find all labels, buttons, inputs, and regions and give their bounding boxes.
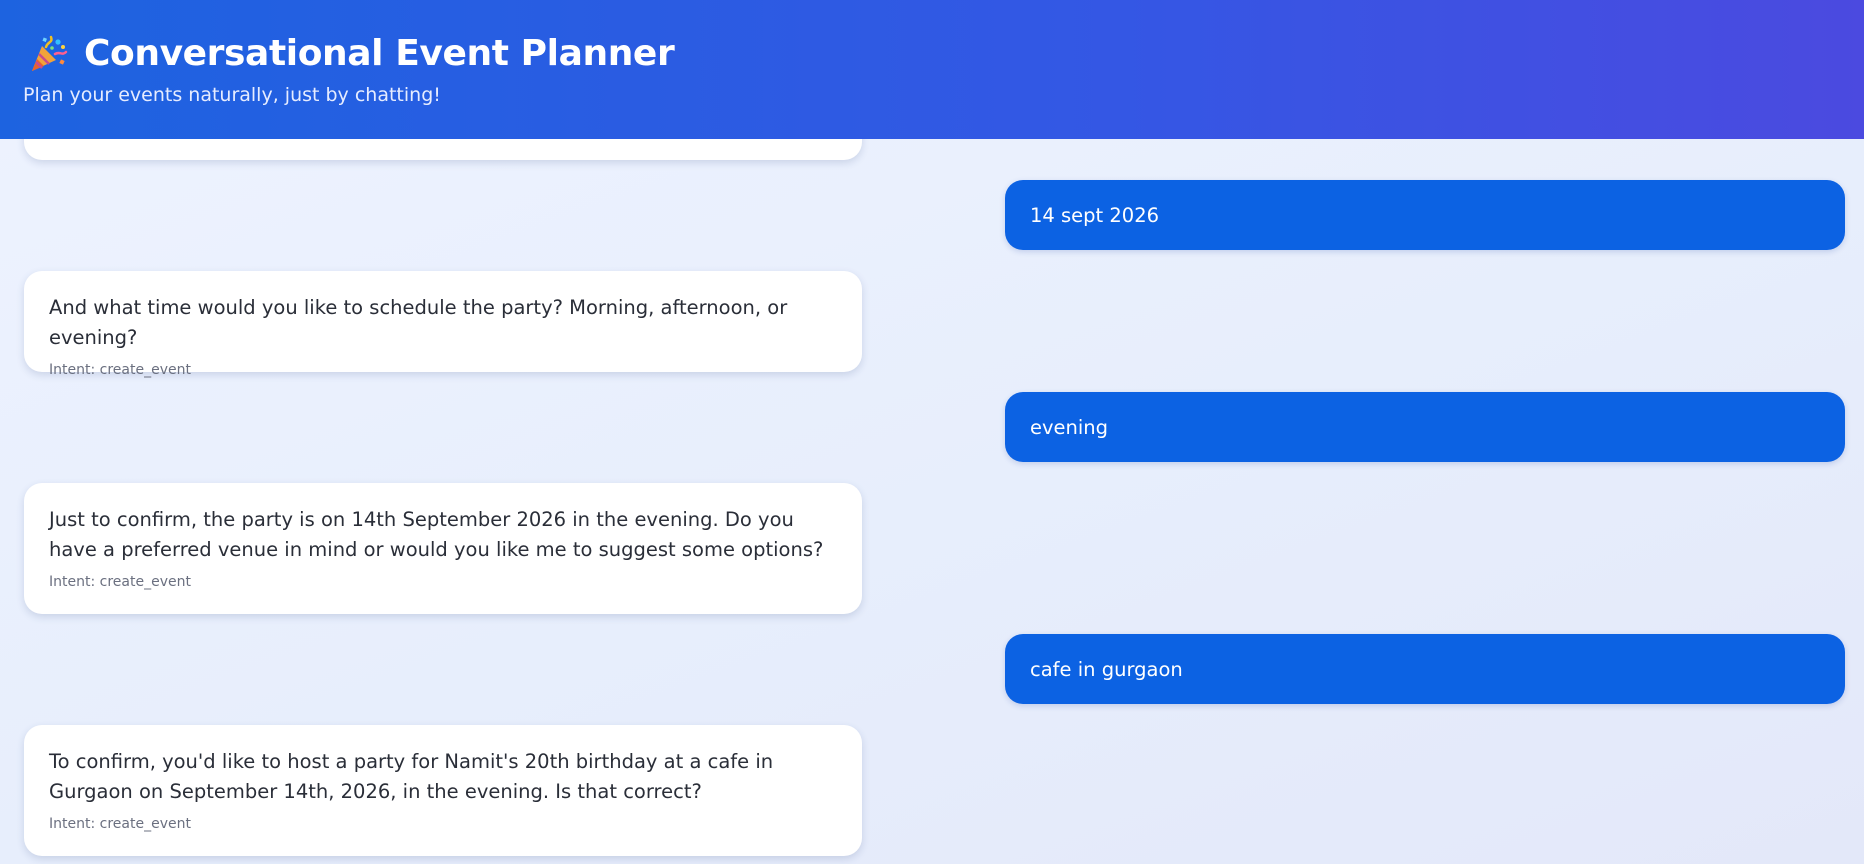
bot-message: To confirm, you'd like to host a party f… — [24, 725, 862, 856]
bot-message-text: To confirm, you'd like to host a party f… — [49, 750, 774, 803]
intent-label: Intent: create_event — [49, 362, 191, 378]
title-row: Conversational Event Planner — [28, 28, 675, 80]
app-subtitle: Plan your events naturally, just by chat… — [23, 84, 441, 106]
intent-label: Intent: create_event — [49, 816, 191, 832]
user-message: evening — [1005, 392, 1845, 462]
user-message-text: 14 sept 2026 — [1030, 203, 1160, 227]
user-message: cafe in gurgaon — [1005, 634, 1845, 704]
party-popper-icon — [28, 34, 68, 74]
bot-message-text: Just to confirm, the party is on 14th Se… — [49, 508, 824, 561]
bot-message-text: And what time would you like to schedule… — [49, 296, 788, 349]
app-header: Conversational Event Planner Plan your e… — [0, 0, 1864, 139]
app-title: Conversational Event Planner — [84, 33, 675, 74]
bot-message: And what time would you like to schedule… — [24, 271, 862, 378]
user-message-text: evening — [1030, 415, 1109, 439]
user-message: 14 sept 2026 — [1005, 180, 1845, 250]
intent-label: Intent: create_event — [49, 574, 191, 590]
bot-message: Just to confirm, the party is on 14th Se… — [24, 483, 862, 614]
user-message-text: cafe in gurgaon — [1030, 657, 1183, 681]
